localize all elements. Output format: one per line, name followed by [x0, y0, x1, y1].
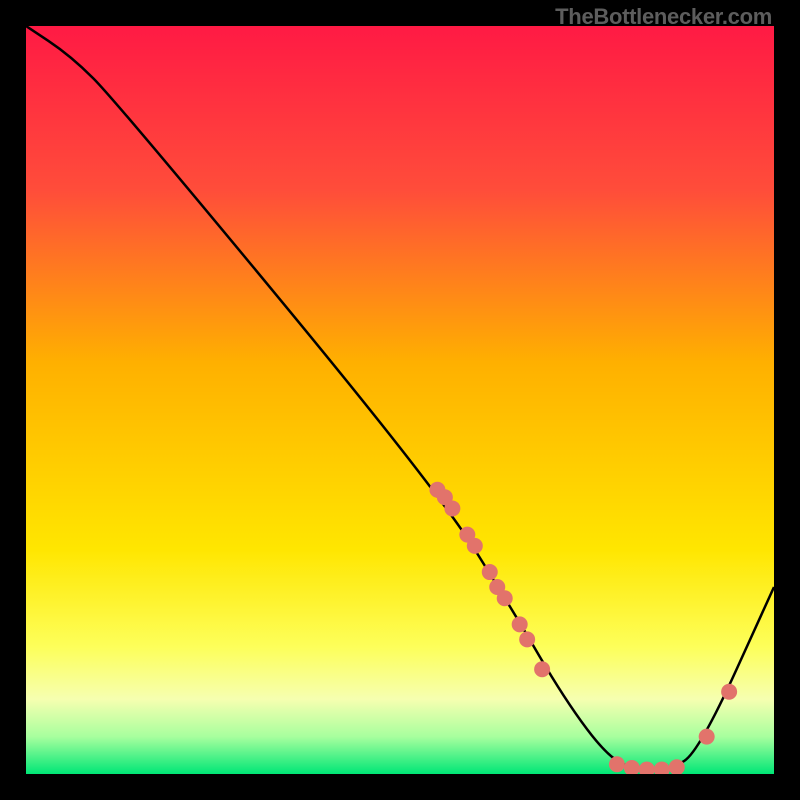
bottleneck-chart [26, 26, 774, 774]
data-marker [519, 631, 535, 647]
data-marker [444, 500, 460, 516]
watermark-text: TheBottlenecker.com [555, 4, 772, 30]
chart-background [26, 26, 774, 774]
data-marker [534, 661, 550, 677]
data-marker [609, 756, 625, 772]
data-marker [482, 564, 498, 580]
chart-svg [26, 26, 774, 774]
data-marker [497, 590, 513, 606]
data-marker [699, 729, 715, 745]
data-marker [512, 616, 528, 632]
data-marker [721, 684, 737, 700]
data-marker [467, 538, 483, 554]
